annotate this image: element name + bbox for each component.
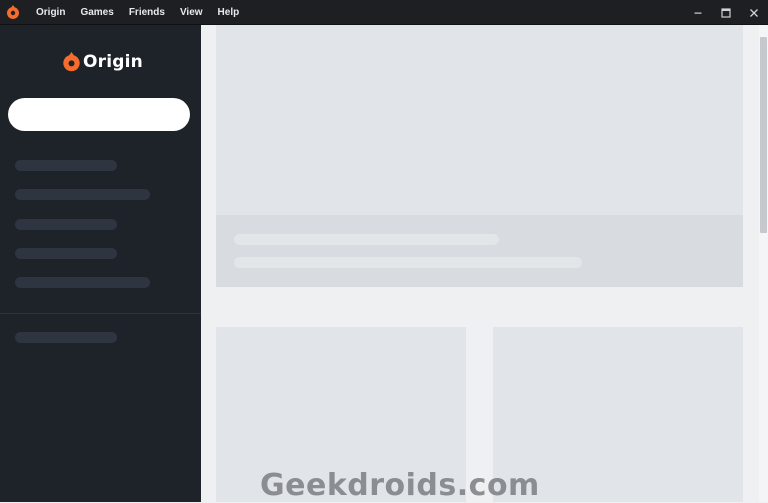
window-controls: [684, 0, 768, 25]
sidebar: Origin: [0, 25, 201, 502]
caption-line-placeholder: [234, 234, 499, 245]
minimize-button[interactable]: [684, 0, 712, 25]
caption-line-placeholder: [234, 257, 582, 268]
hero-caption-placeholder: [216, 215, 743, 287]
minimize-icon: [694, 12, 702, 14]
sidebar-item-placeholder[interactable]: [15, 160, 117, 171]
maximize-icon: [721, 7, 731, 18]
sidebar-item-placeholder[interactable]: [15, 248, 117, 259]
menu-bar: Origin Games Friends View Help: [36, 7, 254, 18]
menu-view[interactable]: View: [180, 7, 203, 18]
title-bar: Origin Games Friends View Help: [0, 0, 768, 25]
logo-text: Origin: [83, 52, 143, 72]
origin-logo-icon: [63, 52, 80, 72]
sidebar-item-placeholder[interactable]: [15, 277, 150, 288]
sidebar-item-placeholder[interactable]: [15, 189, 150, 200]
scrollbar-thumb[interactable]: [760, 37, 767, 233]
origin-logo-icon[interactable]: [0, 0, 26, 25]
sidebar-item-placeholder[interactable]: [15, 332, 117, 343]
close-button[interactable]: [740, 0, 768, 25]
sidebar-item-placeholder[interactable]: [15, 219, 117, 230]
menu-games[interactable]: Games: [80, 7, 113, 18]
search-input[interactable]: [8, 98, 190, 131]
menu-help[interactable]: Help: [218, 7, 240, 18]
menu-origin[interactable]: Origin: [36, 7, 65, 18]
sidebar-divider: [0, 313, 201, 314]
main-content: [201, 25, 759, 502]
hero-banner-placeholder[interactable]: [216, 25, 743, 215]
origin-logo[interactable]: Origin: [63, 52, 143, 72]
close-icon: [750, 8, 758, 17]
watermark: Geekdroids.com: [260, 468, 540, 503]
scrollbar[interactable]: [759, 25, 768, 502]
menu-friends[interactable]: Friends: [129, 7, 165, 18]
maximize-button[interactable]: [712, 0, 740, 25]
